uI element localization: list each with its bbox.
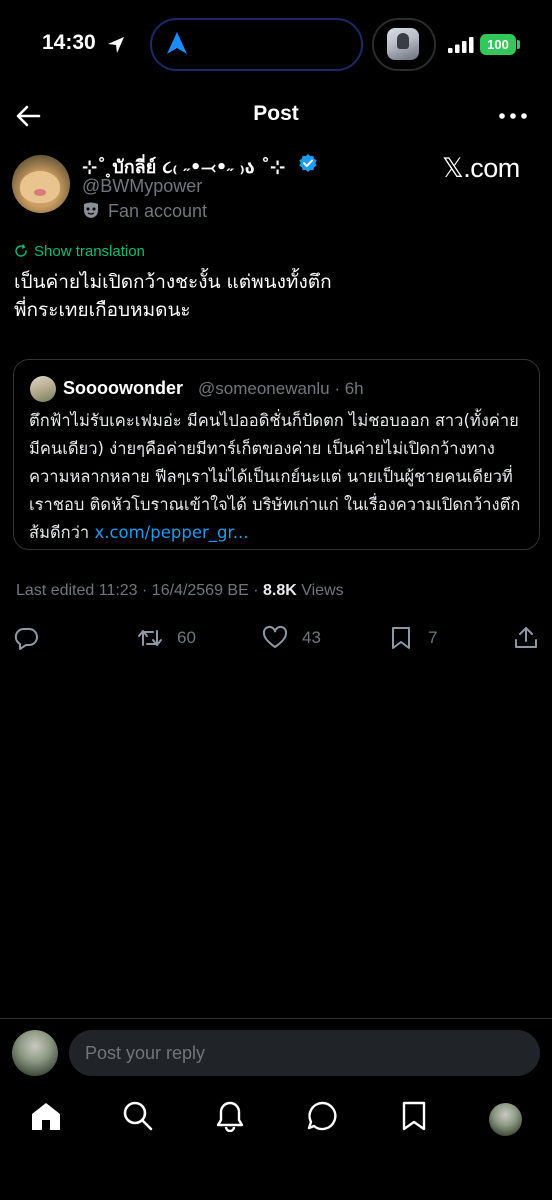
status-bar: 14:30 100: [0, 0, 552, 92]
verified-badge-icon: [299, 154, 317, 172]
quoted-author-avatar: [30, 376, 56, 402]
more-options-icon[interactable]: [494, 106, 532, 126]
battery-icon: 100: [480, 34, 516, 55]
nav-profile-avatar[interactable]: [489, 1103, 522, 1136]
bookmark-nav-icon: [402, 1101, 426, 1131]
translate-icon: [15, 244, 27, 257]
live-activity-thumbnail: [387, 28, 419, 60]
post-text: เป็นค่ายไม่เปิดกว้างชะงั้น แต่พนงทั้งตึก…: [14, 268, 534, 324]
post-meta: Last edited 11:23 · 16/4/2569 BE · 8.8K …: [16, 582, 344, 600]
post-header: Post: [0, 92, 552, 140]
quoted-author-name: Soooowonder: [63, 378, 183, 398]
share-icon: [515, 627, 537, 648]
nav-home[interactable]: [30, 1100, 66, 1136]
bookmark-count: 7: [428, 628, 438, 647]
author-handle[interactable]: @BWMypower: [82, 176, 202, 197]
views-count: 8.8K: [262, 582, 297, 599]
reply-icon: [14, 628, 38, 650]
post-actions: 60 43 7: [0, 622, 552, 654]
repost-icon: [138, 630, 162, 646]
nav-notifications[interactable]: [214, 1100, 250, 1136]
reply-button[interactable]: [13, 622, 39, 654]
chat-bubble-icon: [307, 1101, 337, 1131]
share-button[interactable]: [513, 622, 539, 654]
quoted-post-card[interactable]: Soooowonder @someonewanlu · 6h ตึกฟ้าไม่…: [13, 359, 540, 550]
page-title: Post: [253, 102, 299, 125]
repost-count: 60: [177, 628, 196, 647]
show-translation-link[interactable]: Show translation: [14, 243, 145, 260]
mask-icon: [84, 202, 98, 218]
quoted-post-link[interactable]: x.com/pepper_gr...: [94, 523, 248, 542]
home-icon: [32, 1103, 60, 1130]
show-translation-label: Show translation: [34, 243, 145, 260]
heart-icon: [262, 625, 288, 648]
bookmark-icon: [392, 627, 410, 649]
user-avatar[interactable]: [12, 1030, 58, 1076]
battery-tip: [517, 40, 520, 49]
quoted-author-handle: @someonewanlu · 6h: [198, 379, 364, 398]
bookmark-button[interactable]: 7: [388, 622, 437, 654]
like-count: 43: [302, 628, 321, 647]
search-icon: [123, 1101, 153, 1131]
nav-grok[interactable]: [306, 1100, 342, 1136]
location-arrow-icon: [108, 37, 124, 53]
status-time: 14:30: [42, 31, 96, 54]
affiliation-label: Fan account: [82, 201, 207, 222]
bottom-nav: [0, 1100, 552, 1140]
quoted-post-text: ตึกฟ้าไม่รับเคะเฟมอ่ะ มีคนไปออดิชั่นก็ปั…: [29, 407, 529, 547]
views-label: Views: [296, 582, 344, 599]
post-text-line: เป็นค่ายไม่เปิดกว้างชะงั้น แต่พนงทั้งตึก: [14, 271, 332, 293]
affiliation-text: Fan account: [108, 201, 208, 221]
post-text-line: พี่กระเทยเกือบหมดนะ: [14, 299, 191, 321]
edited-timestamp[interactable]: Last edited 11:23 · 16/4/2569 BE ·: [16, 582, 263, 599]
xcom-watermark: 𝕏.com: [442, 153, 520, 183]
navigation-arrow-icon: [167, 32, 187, 54]
nav-bookmarks[interactable]: [398, 1100, 434, 1136]
repost-button[interactable]: 60: [137, 622, 196, 654]
divider: [0, 1018, 552, 1019]
author-avatar[interactable]: [12, 155, 70, 213]
bell-icon: [216, 1101, 244, 1133]
signal-icon: [448, 37, 474, 53]
like-button[interactable]: 43: [262, 622, 321, 654]
reply-input[interactable]: Post your reply: [69, 1030, 540, 1076]
nav-search[interactable]: [122, 1100, 158, 1136]
